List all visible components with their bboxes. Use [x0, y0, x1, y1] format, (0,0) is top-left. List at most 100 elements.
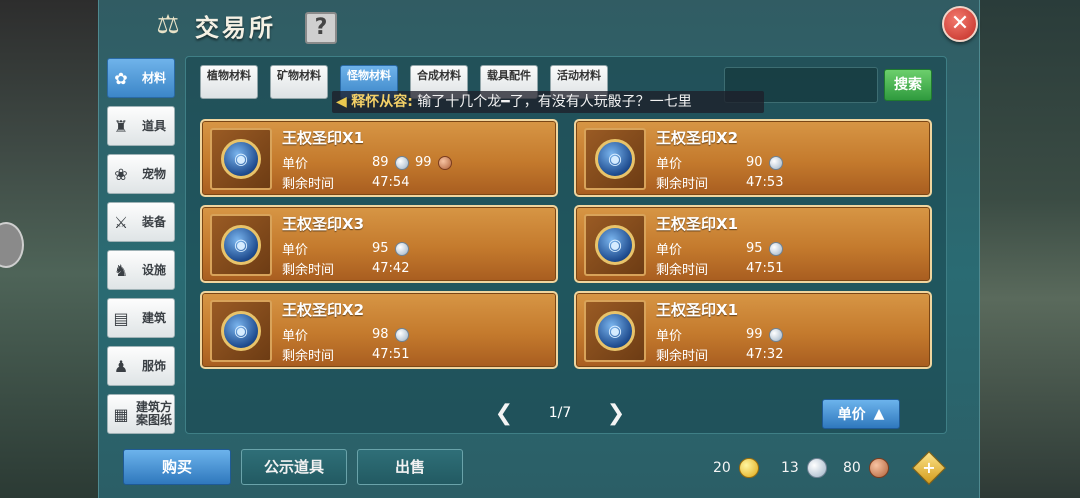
buy-button[interactable]: 购买 [123, 449, 231, 485]
copper-amount: 80 [843, 460, 861, 476]
help-button[interactable]: ? [305, 12, 337, 44]
item-icon-frame: ◉ [210, 214, 272, 276]
remaining-time: 47:42 [372, 261, 410, 276]
sell-button[interactable]: 出售 [357, 449, 463, 485]
item-icon-frame: ◉ [210, 128, 272, 190]
price-label: 单价 [656, 329, 683, 344]
listing-card[interactable]: ◉ 王权圣印X3 单价 95 剩余时间 47:42 [200, 205, 558, 283]
item-name: 王权圣印X2 [656, 129, 739, 147]
remaining-time: 47:54 [372, 175, 410, 190]
item-icon-frame: ◉ [584, 300, 646, 362]
silver-coin-icon [769, 327, 783, 342]
avatar[interactable] [0, 222, 24, 268]
item-name: 王权圣印X1 [656, 301, 739, 319]
game-scene-left [0, 0, 98, 498]
silver-price: 98 [372, 327, 389, 342]
facility-icon: ♞ [113, 260, 129, 280]
page-title: 交易所 [195, 14, 276, 42]
silver-coin-icon [395, 241, 409, 256]
time-row: 剩余时间 47:51 [656, 259, 783, 278]
listing-card[interactable]: ◉ 王权圣印X1 单价 99 剩余时间 47:32 [574, 291, 932, 369]
sidebar-item-label: 宠物 [141, 166, 166, 181]
listing-card[interactable]: ◉ 王权圣印X1 单价 95 剩余时间 47:51 [574, 205, 932, 283]
plus-icon: + [922, 458, 936, 477]
sidebar-item-1[interactable]: ♜ 道具 [107, 106, 175, 146]
copper-balance: 80 [843, 456, 895, 480]
sidebar-item-label: 建筑 [141, 310, 166, 325]
silver-coin-icon [769, 241, 783, 256]
price-row: 单价 90 [656, 153, 789, 172]
sort-arrow-up-icon: ▲ [873, 406, 885, 422]
price-label: 单价 [282, 157, 309, 172]
tab-1[interactable]: 矿物材料 [270, 65, 328, 99]
silver-coin-icon [395, 327, 409, 342]
next-page-icon[interactable]: ❯ [606, 403, 626, 427]
copper-coin-icon [868, 458, 889, 478]
item-name: 王权圣印X3 [282, 215, 365, 233]
sidebar-item-label: 道具 [141, 118, 166, 133]
sidebar-item-label: 建筑方案图纸 [135, 400, 172, 427]
copper-price: 99 [415, 155, 432, 170]
scales-icon: ⚖ [156, 10, 180, 40]
chat-message: 输了十几个龙━了，有没有人玩骰子？一七里 [417, 94, 692, 110]
prev-page-icon[interactable]: ❮ [494, 403, 514, 427]
time-label: 剩余时间 [282, 349, 335, 364]
price-label: 单价 [656, 157, 683, 172]
clothing-icon: ♟ [113, 356, 129, 376]
sidebar-item-6[interactable]: ♟ 服饰 [107, 346, 175, 386]
sort-label: 单价 [837, 407, 866, 423]
market-panel: 植物材料 矿物材料 怪物材料 合成材料 载具配件 活动材料 搜索 ◀ 释怀从容: 输了十几… [185, 56, 947, 434]
sidebar-item-5[interactable]: ▤ 建筑 [107, 298, 175, 338]
time-label: 剩余时间 [656, 177, 709, 192]
chat-sender: 释怀从容: [351, 94, 413, 110]
listing-card[interactable]: ◉ 王权圣印X2 单价 90 剩余时间 47:53 [574, 119, 932, 197]
sidebar-item-4[interactable]: ♞ 设施 [107, 250, 175, 290]
close-button[interactable]: ✕ [942, 6, 978, 42]
sidebar-item-3[interactable]: ⚔ 装备 [107, 202, 175, 242]
royal-seal-icon: ◉ [595, 139, 635, 179]
royal-seal-icon: ◉ [595, 225, 635, 265]
category-sidebar: ✿ 材料 ♜ 道具 ❀ 宠物 ⚔ 装备 ♞ 设施 ▤ 建筑 ♟ 服饰 ▦ 建筑方案图纸 [107, 58, 179, 442]
remaining-time: 47:51 [746, 261, 784, 276]
add-currency-button[interactable]: + [912, 451, 946, 485]
time-row: 剩余时间 47:32 [656, 345, 783, 364]
gold-balance: 20 [713, 456, 765, 480]
royal-seal-icon: ◉ [221, 225, 261, 265]
silver-price: 95 [372, 241, 389, 256]
listing-card[interactable]: ◉ 王权圣印X1 单价 89 99 剩余时间 47:54 [200, 119, 558, 197]
item-icon-frame: ◉ [584, 128, 646, 190]
tab-0[interactable]: 植物材料 [200, 65, 258, 99]
sidebar-item-0[interactable]: ✿ 材料 [107, 58, 175, 98]
remaining-time: 47:51 [372, 347, 410, 362]
materials-icon: ✿ [114, 68, 128, 88]
time-label: 剩余时间 [282, 177, 335, 192]
sidebar-item-label: 材料 [141, 70, 166, 85]
public-items-button[interactable]: 公示道具 [241, 449, 347, 485]
silver-balance: 13 [781, 456, 833, 480]
sidebar-item-label: 设施 [141, 262, 166, 277]
chat-broadcast: ◀ 释怀从容: 输了十几个龙━了，有没有人玩骰子？一七里 [332, 91, 764, 113]
title-bar: ⚖ 交易所 ? ✕ [99, 0, 979, 50]
royal-seal-icon: ◉ [221, 139, 261, 179]
sidebar-item-2[interactable]: ❀ 宠物 [107, 154, 175, 194]
silver-coin-icon [806, 458, 827, 478]
sidebar-item-7[interactable]: ▦ 建筑方案图纸 [107, 394, 175, 434]
equipment-icon: ⚔ [113, 212, 129, 232]
item-name: 王权圣印X1 [282, 129, 365, 147]
time-label: 剩余时间 [282, 263, 335, 278]
time-row: 剩余时间 47:53 [656, 173, 783, 192]
blueprint-icon: ▦ [113, 404, 129, 424]
price-row: 单价 95 [282, 239, 415, 258]
item-icon-frame: ◉ [210, 300, 272, 362]
pagination: ❮ 1/7 ❯ [494, 403, 626, 427]
item-name: 王权圣印X1 [656, 215, 739, 233]
price-row: 单价 95 [656, 239, 789, 258]
gold-amount: 20 [713, 460, 731, 476]
sort-by-price-button[interactable]: 单价 ▲ [822, 399, 900, 429]
time-row: 剩余时间 47:42 [282, 259, 409, 278]
search-button[interactable]: 搜索 [884, 69, 932, 101]
item-icon-frame: ◉ [584, 214, 646, 276]
silver-price: 90 [746, 155, 763, 170]
price-label: 单价 [282, 243, 309, 258]
listing-card[interactable]: ◉ 王权圣印X2 单价 98 剩余时间 47:51 [200, 291, 558, 369]
